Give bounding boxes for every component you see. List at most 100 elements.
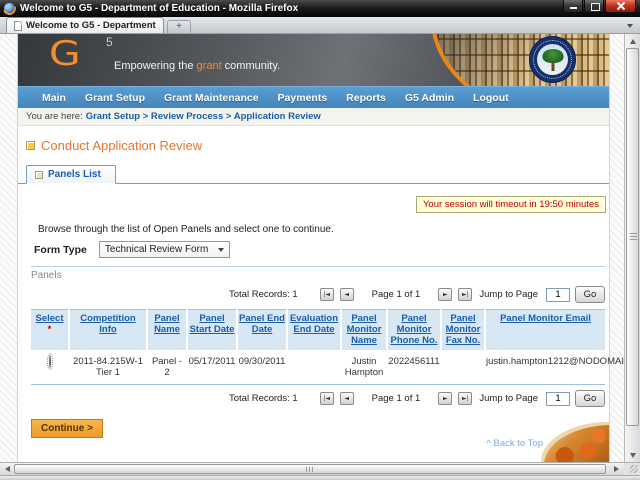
- nav-item-g5-admin[interactable]: G5 Admin: [405, 92, 454, 104]
- form-type-row: Form Type Technical Review Form: [34, 241, 609, 258]
- page-indicator: Page 1 of 1: [372, 393, 421, 404]
- seal-tree: [542, 49, 563, 63]
- header-panel-start-date: Panel Start Date: [187, 310, 237, 352]
- panels-section-label: Panels: [31, 270, 609, 281]
- browser-window: Welcome to G5 - Department of Education …: [0, 0, 640, 480]
- first-page-button[interactable]: |◄: [320, 392, 334, 405]
- header-evaluation-end-date: Evaluation End Date: [287, 310, 341, 352]
- up-arrow-icon: [630, 39, 636, 44]
- tab-panels-list[interactable]: Panels List: [26, 165, 116, 184]
- last-page-button[interactable]: ►|: [458, 288, 472, 301]
- left-arrow-icon: [5, 466, 10, 472]
- header-panel-name: Panel Name: [147, 310, 187, 352]
- section-divider: [31, 266, 605, 267]
- required-marker: *: [32, 324, 67, 335]
- breadcrumb-path[interactable]: Grant Setup > Review Process > Applicati…: [86, 111, 321, 122]
- cell-select: [31, 351, 69, 385]
- go-button[interactable]: Go: [575, 286, 605, 303]
- next-page-button[interactable]: ►: [438, 392, 452, 405]
- cell-panel-start-date: 05/17/2011: [187, 351, 237, 385]
- go-button[interactable]: Go: [575, 390, 605, 407]
- cell-competition-info: 2011-84.215W-1 Tier 1: [69, 351, 147, 385]
- cell-panel-monitor-name: Justin Hampton: [341, 351, 387, 385]
- panel-select-radio[interactable]: [49, 355, 51, 368]
- horizontal-scrollbar[interactable]: [0, 462, 640, 475]
- previous-page-button[interactable]: ◄: [340, 288, 354, 301]
- nav-item-grant-maintenance[interactable]: Grant Maintenance: [164, 92, 259, 104]
- panels-list-icon: [35, 171, 43, 179]
- tagline-highlight: grant: [197, 60, 222, 72]
- cell-panel-monitor-email: justin.hampton1212@NODOMAIN: [485, 351, 605, 385]
- session-timeout-message: Your session will timeout in 19:50 minut…: [416, 196, 606, 213]
- first-page-button[interactable]: |◄: [320, 288, 334, 301]
- page-title: Conduct Application Review: [41, 138, 202, 153]
- browser-tab[interactable]: Welcome to G5 - Department of Edu...: [6, 17, 164, 33]
- corner-decoration-image: [541, 422, 609, 462]
- department-of-education-seal-icon: [529, 36, 576, 83]
- page-icon: [14, 21, 22, 31]
- dropdown-arrow-icon: [218, 248, 224, 252]
- window-titlebar: Welcome to G5 - Department of Education …: [0, 0, 640, 17]
- nav-item-logout[interactable]: Logout: [473, 92, 509, 104]
- nav-item-payments[interactable]: Payments: [278, 92, 328, 104]
- back-to-top-link[interactable]: ^ Back to Top: [486, 438, 543, 449]
- g5-logo-5: 5: [106, 35, 113, 49]
- horizontal-scrollbar-thumb[interactable]: [14, 464, 606, 474]
- next-page-button[interactable]: ►: [438, 288, 452, 301]
- status-bar: [0, 475, 640, 480]
- new-tab-button[interactable]: +: [167, 20, 191, 33]
- breadcrumb: You are here: Grant Setup > Review Proce…: [18, 108, 609, 126]
- window-title: Welcome to G5 - Department of Education …: [20, 3, 559, 14]
- pagination-top: Total Records: 1 |◄ ◄ Page 1 of 1 ► ►| J…: [31, 286, 605, 303]
- main-nav: Main Grant Setup Grant Maintenance Payme…: [18, 86, 609, 108]
- form-type-label: Form Type: [34, 244, 87, 256]
- tab-list-dropdown-button[interactable]: [623, 19, 637, 31]
- nav-item-main[interactable]: Main: [42, 92, 66, 104]
- scroll-up-button[interactable]: [625, 34, 640, 48]
- continue-button[interactable]: Continue >: [31, 419, 103, 438]
- web-page: G 5 Empowering the grant community. Main…: [17, 34, 610, 462]
- nav-item-reports[interactable]: Reports: [346, 92, 386, 104]
- tab-bar: Welcome to G5 - Department of Edu... +: [0, 17, 640, 34]
- window-controls: [563, 0, 636, 13]
- page-title-row: Conduct Application Review: [18, 126, 609, 153]
- page-content: Conduct Application Review Panels List Y…: [18, 126, 609, 462]
- jump-to-page-label: Jump to Page: [479, 393, 538, 404]
- header-panel-monitor-email: Panel Monitor Email: [485, 310, 605, 352]
- maximize-button[interactable]: [584, 0, 604, 13]
- cell-evaluation-end-date: [287, 351, 341, 385]
- breadcrumb-prefix: You are here:: [26, 111, 83, 122]
- scroll-right-button[interactable]: [609, 463, 623, 475]
- total-records-label: Total Records: 1: [229, 393, 298, 404]
- panels-table: Select* Competition Info Panel Name Pane…: [31, 309, 605, 385]
- tagline-post: community.: [222, 60, 280, 72]
- total-records-label: Total Records: 1: [229, 289, 298, 300]
- header-panel-monitor-phone: Panel Monitor Phone No.: [387, 310, 441, 352]
- jump-to-page-input[interactable]: [546, 392, 570, 406]
- form-type-selected-value: Technical Review Form: [105, 244, 208, 255]
- vertical-scrollbar-thumb[interactable]: [626, 48, 639, 426]
- tagline: Empowering the grant community.: [114, 60, 280, 72]
- content-tabs-row: Panels List: [18, 165, 609, 184]
- tab-panels-list-label: Panels List: [48, 169, 101, 180]
- cell-panel-monitor-fax: [441, 351, 485, 385]
- form-type-select[interactable]: Technical Review Form: [99, 241, 230, 258]
- site-banner: G 5 Empowering the grant community.: [18, 34, 609, 86]
- jump-to-page-input[interactable]: [546, 288, 570, 302]
- table-header-row: Select* Competition Info Panel Name Pane…: [31, 310, 605, 352]
- scroll-down-button[interactable]: [625, 448, 640, 462]
- bullet-icon: [26, 141, 35, 150]
- header-competition-info: Competition Info: [69, 310, 147, 352]
- tagline-pre: Empowering the: [114, 60, 197, 72]
- nav-item-grant-setup[interactable]: Grant Setup: [85, 92, 145, 104]
- last-page-button[interactable]: ►|: [458, 392, 472, 405]
- vertical-scrollbar[interactable]: [624, 34, 640, 462]
- previous-page-button[interactable]: ◄: [340, 392, 354, 405]
- resize-grip[interactable]: [624, 463, 640, 475]
- minimize-button[interactable]: [563, 0, 583, 13]
- cell-panel-monitor-phone: 2022456111: [387, 351, 441, 385]
- close-button[interactable]: [605, 0, 636, 13]
- header-select: Select*: [31, 310, 69, 352]
- scroll-left-button[interactable]: [0, 463, 14, 475]
- firefox-icon: [4, 3, 15, 14]
